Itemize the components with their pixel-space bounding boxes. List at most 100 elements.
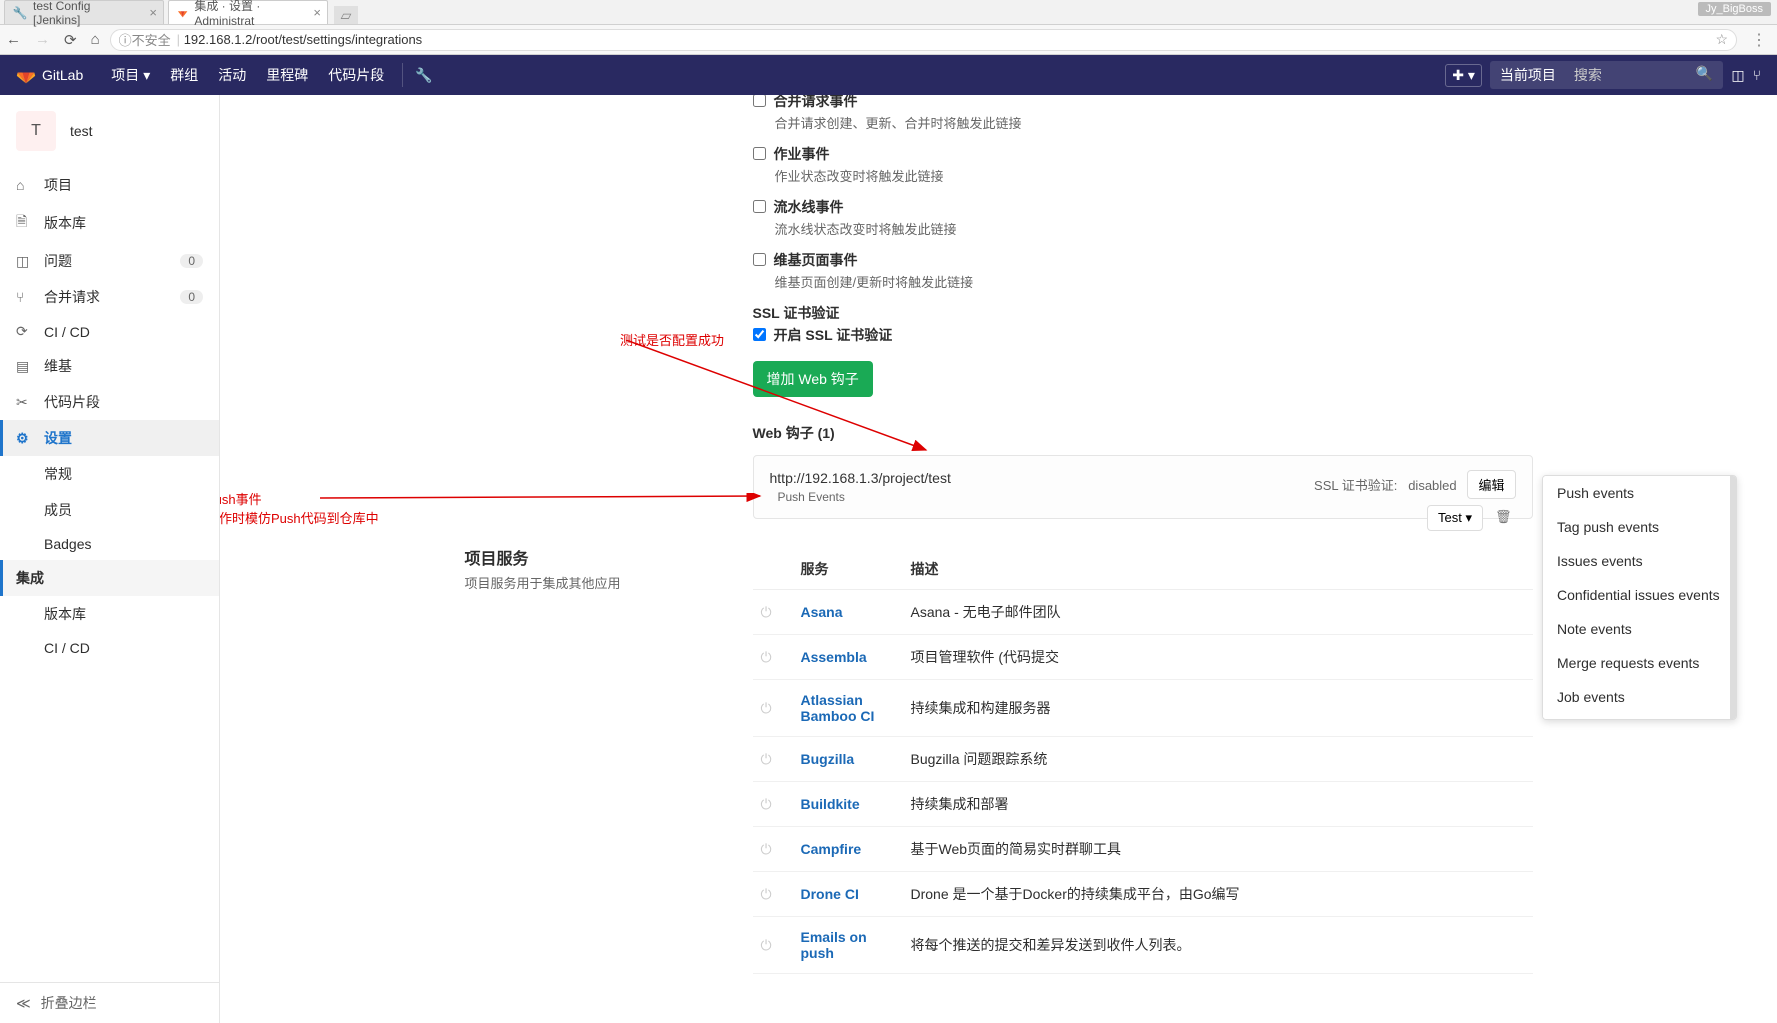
- event-checkbox-row: 流水线事件: [753, 195, 1533, 219]
- reload-icon[interactable]: ⟳: [64, 31, 77, 49]
- test-webhook-dropdown-button[interactable]: Test: [1427, 505, 1483, 531]
- service-row: ⏻ Drone CI Drone 是一个基于Docker的持续集成平台，由Go编…: [753, 872, 1533, 917]
- sidebar-sub-integrations[interactable]: 集成: [0, 560, 219, 596]
- rocket-icon: ⟳: [16, 323, 32, 340]
- edit-webhook-button[interactable]: 编辑: [1467, 470, 1515, 499]
- service-desc: 基于Web页面的简易实时群聊工具: [903, 827, 1533, 872]
- search-icon[interactable]: 🔍: [1686, 61, 1723, 89]
- browser-tab[interactable]: 🔧 test Config [Jenkins] ×: [4, 0, 164, 24]
- collapse-sidebar-button[interactable]: ≪ 折叠边栏: [0, 982, 220, 1023]
- event-checkbox[interactable]: [753, 200, 766, 213]
- event-checkbox[interactable]: [753, 253, 766, 266]
- service-desc: Bugzilla 问题跟踪系统: [903, 737, 1533, 782]
- nav-snippets[interactable]: 代码片段: [318, 65, 394, 85]
- forward-icon[interactable]: →: [35, 31, 50, 49]
- event-checkbox-row: 合并请求事件: [753, 95, 1533, 113]
- sidebar-item-project[interactable]: ⌂项目: [0, 167, 219, 203]
- files-icon: 🗎: [16, 211, 32, 235]
- nav-activity[interactable]: 活动: [208, 65, 256, 85]
- nav-project[interactable]: 项目▾: [101, 65, 160, 85]
- service-row: ⏻ Emails on push 将每个推送的提交和差异发送到收件人列表。: [753, 917, 1533, 974]
- sidebar-item-mr[interactable]: ⑂合并请求0: [0, 279, 219, 315]
- bookmark-icon[interactable]: ☆: [1715, 31, 1728, 48]
- delete-webhook-icon[interactable]: 🗑: [1491, 505, 1516, 531]
- service-link[interactable]: Bugzilla: [801, 751, 855, 767]
- add-webhook-button[interactable]: 增加 Web 钩子: [753, 361, 873, 397]
- chrome-user-badge[interactable]: Jy_BigBoss: [1698, 2, 1771, 16]
- service-desc: Drone 是一个基于Docker的持续集成平台，由Go编写: [903, 872, 1533, 917]
- sidebar-sub-cicd[interactable]: CI / CD: [0, 632, 219, 664]
- sidebar-project-header[interactable]: T test: [0, 95, 219, 167]
- sidebar-sub-members[interactable]: 成员: [0, 492, 219, 528]
- services-title: 项目服务: [465, 545, 721, 569]
- close-icon[interactable]: ×: [313, 5, 321, 20]
- sidebar-item-repo[interactable]: 🗎版本库: [0, 203, 219, 243]
- test-event-option[interactable]: Pipeline events: [1543, 714, 1736, 720]
- service-row: ⏻ Assembla 项目管理软件 (代码提交: [753, 635, 1533, 680]
- webhooks-header: Web 钩子 (1): [753, 423, 1533, 443]
- event-checkbox[interactable]: [753, 95, 766, 107]
- event-title: 合并请求事件: [774, 95, 858, 111]
- test-event-option[interactable]: Confidential issues events: [1543, 578, 1736, 612]
- back-icon[interactable]: ←: [6, 31, 21, 49]
- sidebar-sub-badges[interactable]: Badges: [0, 528, 219, 560]
- sidebar-item-settings[interactable]: ⚙设置: [0, 420, 219, 456]
- ssl-verify-checkbox[interactable]: [753, 328, 766, 341]
- search-scope[interactable]: 当前项目: [1490, 61, 1566, 89]
- test-event-option[interactable]: Note events: [1543, 612, 1736, 646]
- event-desc: 合并请求创建、更新、合并时将触发此链接: [753, 113, 1533, 132]
- gitlab-favicon-icon: [177, 6, 188, 20]
- test-events-dropdown: Push eventsTag push eventsIssues eventsC…: [1542, 475, 1737, 720]
- nav-groups[interactable]: 群组: [160, 65, 208, 85]
- event-checkbox-row: 维基页面事件: [753, 248, 1533, 272]
- service-link[interactable]: Emails on push: [801, 929, 867, 961]
- gitlab-logo[interactable]: GitLab: [16, 65, 83, 85]
- power-icon: ⏻: [761, 841, 772, 857]
- service-link[interactable]: Drone CI: [801, 886, 859, 902]
- power-icon: ⏻: [761, 604, 772, 620]
- event-desc: 流水线状态改变时将触发此链接: [753, 219, 1533, 238]
- close-icon[interactable]: ×: [149, 5, 157, 20]
- project-name: test: [70, 123, 93, 139]
- service-link[interactable]: Campfire: [801, 841, 862, 857]
- event-checkbox[interactable]: [753, 147, 766, 160]
- service-link[interactable]: Asana: [801, 604, 843, 620]
- test-event-option[interactable]: Tag push events: [1543, 510, 1736, 544]
- test-event-option[interactable]: Issues events: [1543, 544, 1736, 578]
- event-title: 流水线事件: [774, 197, 844, 217]
- home-icon[interactable]: ⌂: [91, 31, 100, 49]
- scrollbar[interactable]: [1730, 476, 1736, 719]
- new-dropdown-button[interactable]: ✚ ▾: [1445, 64, 1482, 87]
- service-desc: Asana - 无电子邮件团队: [903, 590, 1533, 635]
- power-icon: ⏻: [761, 796, 772, 812]
- issues-icon[interactable]: ◫: [1731, 67, 1744, 84]
- browser-tab[interactable]: 集成 · 设置 · Administrat ×: [168, 0, 328, 24]
- test-event-option[interactable]: Job events: [1543, 680, 1736, 714]
- issues-icon: ◫: [16, 253, 32, 270]
- new-tab-button[interactable]: ▱: [334, 6, 358, 24]
- service-desc: 持续集成和部署: [903, 782, 1533, 827]
- sidebar-item-cicd[interactable]: ⟳CI / CD: [0, 315, 219, 348]
- webhook-entry: http://192.168.1.3/project/test Push Eve…: [753, 455, 1533, 519]
- test-event-option[interactable]: Merge requests events: [1543, 646, 1736, 680]
- sidebar-item-wiki[interactable]: ▤维基: [0, 348, 219, 384]
- power-icon: ⏻: [761, 751, 772, 767]
- annotation-select-push: 选择Push事件 这个操作时模仿Push代码到仓库中: [220, 489, 379, 527]
- tab-title: 集成 · 设置 · Administrat: [194, 0, 299, 28]
- project-avatar: T: [16, 111, 56, 151]
- sidebar-sub-general[interactable]: 常规: [0, 456, 219, 492]
- sidebar-item-snippets[interactable]: ✂代码片段: [0, 384, 219, 420]
- nav-milestones[interactable]: 里程碑: [256, 65, 318, 85]
- url-input[interactable]: ⓘ 不安全 | 192.168.1.2/root/test/settings/i…: [110, 29, 1737, 51]
- power-icon: ⏻: [761, 649, 772, 665]
- test-event-option[interactable]: Push events: [1543, 476, 1736, 510]
- search-input[interactable]: [1566, 61, 1686, 89]
- sidebar-sub-repository[interactable]: 版本库: [0, 596, 219, 632]
- merge-requests-icon[interactable]: ⑂: [1753, 67, 1761, 83]
- sidebar-item-issues[interactable]: ◫问题0: [0, 243, 219, 279]
- admin-wrench-icon[interactable]: 🔧: [411, 67, 436, 84]
- service-link[interactable]: Buildkite: [801, 796, 860, 812]
- service-link[interactable]: Atlassian Bamboo CI: [801, 692, 875, 724]
- service-link[interactable]: Assembla: [801, 649, 867, 665]
- chrome-menu-icon[interactable]: ⋮: [1747, 30, 1771, 50]
